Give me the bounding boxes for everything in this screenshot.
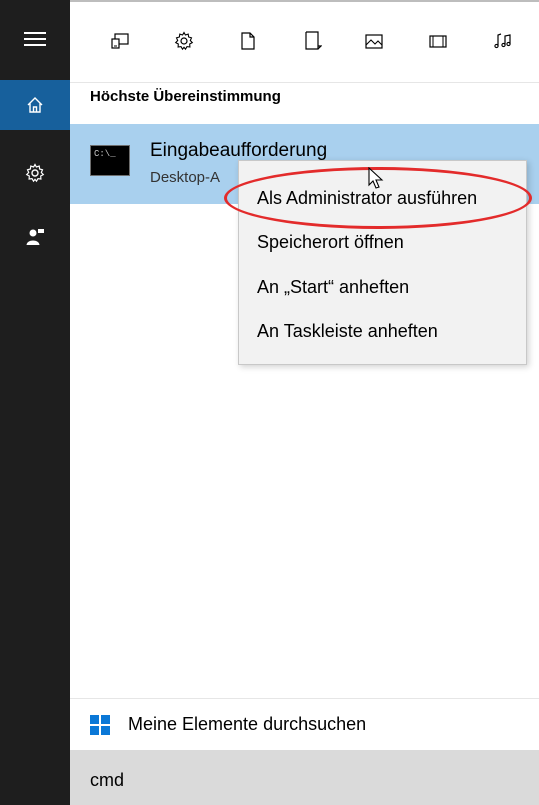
search-panel bbox=[70, 0, 539, 805]
command-prompt-icon: C:\_ bbox=[90, 145, 130, 176]
filter-videos-button[interactable] bbox=[425, 28, 451, 54]
menu-item-pin-to-taskbar[interactable]: An Taskleiste anheften bbox=[257, 321, 438, 342]
command-prompt-icon-text: C:\_ bbox=[94, 149, 116, 159]
result-subtitle: Desktop-A bbox=[150, 169, 221, 186]
music-icon bbox=[494, 33, 511, 49]
feedback-person-icon bbox=[26, 229, 44, 245]
search-query-text: cmd bbox=[90, 770, 125, 790]
filter-folders-button[interactable] bbox=[299, 28, 325, 54]
section-title-best-match: Höchste Übereinstimmung bbox=[90, 88, 281, 105]
apps-icon bbox=[111, 33, 129, 49]
settings-rail-button[interactable] bbox=[0, 148, 70, 198]
home-button[interactable] bbox=[0, 80, 70, 130]
filter-music-button[interactable] bbox=[489, 28, 515, 54]
navigation-rail bbox=[0, 0, 70, 805]
filter-apps-button[interactable] bbox=[107, 28, 133, 54]
feedback-button[interactable] bbox=[0, 212, 70, 262]
result-title: Eingabeaufforderung bbox=[150, 140, 328, 161]
hamburger-menu-button[interactable] bbox=[0, 14, 70, 64]
search-input[interactable] bbox=[70, 750, 539, 805]
folder-icon bbox=[305, 31, 322, 50]
menu-item-open-file-location[interactable]: Speicherort öffnen bbox=[257, 232, 404, 253]
hamburger-icon bbox=[24, 32, 46, 46]
gear-icon bbox=[25, 163, 45, 183]
settings-icon bbox=[174, 31, 194, 51]
menu-item-pin-to-start[interactable]: An „Start“ anheften bbox=[257, 277, 409, 298]
mouse-cursor-icon bbox=[368, 167, 384, 189]
search-my-stuff-label: Meine Elemente durchsuchen bbox=[128, 714, 367, 734]
photos-icon bbox=[365, 34, 383, 49]
filter-settings-button[interactable] bbox=[171, 28, 197, 54]
windows-logo-icon bbox=[90, 715, 110, 735]
home-icon bbox=[27, 97, 43, 113]
filter-photos-button[interactable] bbox=[361, 28, 387, 54]
filter-documents-button[interactable] bbox=[235, 28, 261, 54]
videos-icon bbox=[429, 35, 447, 48]
document-icon bbox=[241, 32, 255, 50]
